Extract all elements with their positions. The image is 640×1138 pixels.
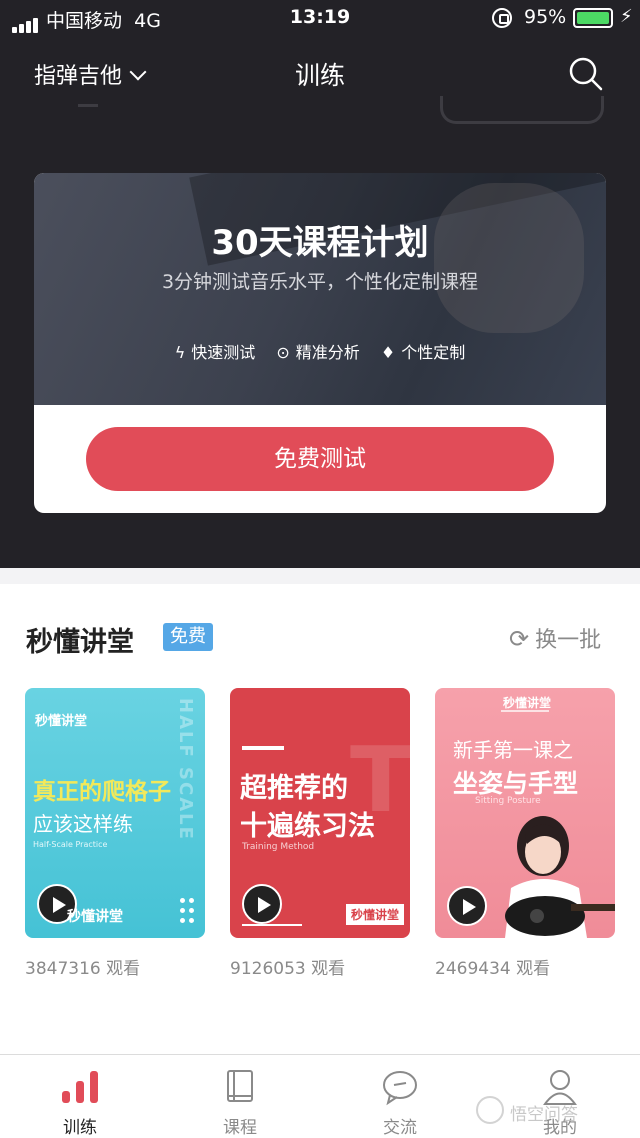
feature-quick-test: ϟ 快速测试 xyxy=(174,343,256,362)
video-title-line2: 十遍练习法 xyxy=(240,811,375,842)
banner-title: 30天课程计划 xyxy=(211,223,429,263)
video-title-line2: 坐姿与手型 xyxy=(453,769,579,798)
play-icon[interactable] xyxy=(447,886,487,926)
rotation-lock-icon xyxy=(492,8,512,28)
view-count: 2469434 观看 xyxy=(435,959,551,979)
guitarist-image xyxy=(505,816,615,938)
more-icon[interactable] xyxy=(180,898,196,924)
bottom-tab-bar: 训练 课程 交流 我的 xyxy=(0,1054,640,1138)
status-bar: 中国移动 4G 13:19 95% ⚡ xyxy=(0,0,640,36)
scrolled-content-edge xyxy=(78,104,98,107)
tab-courses[interactable]: 课程 xyxy=(160,1055,320,1138)
course-plan-banner: 30天课程计划 3分钟测试音乐水平，个性化定制课程 ϟ 快速测试 ⊙ 精准分析 ♦ 个… xyxy=(34,173,606,405)
tab-label: 课程 xyxy=(223,1118,257,1138)
search-icon[interactable] xyxy=(568,56,604,92)
tab-training[interactable]: 训练 xyxy=(0,1055,160,1138)
brand-label: 秒懂讲堂 xyxy=(503,696,552,710)
refresh-icon: ⟳ xyxy=(509,625,530,653)
tab-label: 训练 xyxy=(63,1118,97,1138)
decorative-dash xyxy=(242,746,284,750)
battery-icon xyxy=(573,8,613,28)
view-count: 9126053 观看 xyxy=(230,959,346,979)
tab-label: 交流 xyxy=(383,1118,417,1138)
top-dark-area: 中国移动 4G 13:19 95% ⚡ 指弹吉他 训练 30天课程计划 3分钟测… xyxy=(0,0,640,568)
bar-chart-icon xyxy=(62,1071,98,1103)
brand-underline xyxy=(501,710,549,712)
brand-label: 秒懂讲堂 xyxy=(35,714,88,729)
feature-precise-analysis: ⊙ 精准分析 xyxy=(276,343,360,362)
video-card[interactable]: T 超推荐的 十遍练习法 Training Method 秒懂讲堂 xyxy=(230,688,410,938)
video-title-line1: 超推荐的 xyxy=(240,773,348,804)
tab-profile[interactable]: 我的 xyxy=(480,1055,640,1138)
book-icon xyxy=(227,1070,253,1102)
video-title-line1: 新手第一课之 xyxy=(453,738,573,762)
scrolled-content-edge xyxy=(440,96,604,124)
charging-icon: ⚡ xyxy=(620,6,633,27)
play-icon[interactable] xyxy=(242,884,282,924)
brand-footer: 秒懂讲堂 xyxy=(67,909,123,925)
vertical-caption: HALF SCALE xyxy=(175,698,196,841)
chat-icon xyxy=(383,1071,417,1106)
decorative-line xyxy=(242,924,302,926)
free-test-button[interactable]: 免费测试 xyxy=(86,427,554,491)
section-title: 秒懂讲堂 xyxy=(26,627,134,658)
video-title-line1: 真正的爬格子 xyxy=(33,779,171,805)
video-title-line2: 应该这样练 xyxy=(33,812,133,836)
battery-percent: 95% xyxy=(524,6,567,28)
view-count: 3847316 观看 xyxy=(25,959,141,979)
brand-tag: 秒懂讲堂 xyxy=(346,904,405,925)
feature-custom: ♦ 个性定制 xyxy=(380,343,466,362)
free-badge: 免费 xyxy=(163,623,213,651)
diamond-icon: ♦ xyxy=(380,343,396,362)
section-divider xyxy=(0,568,640,584)
target-icon: ⊙ xyxy=(276,343,290,362)
lightning-icon: ϟ xyxy=(174,343,186,362)
video-card[interactable]: 秒懂讲堂 新手第一课之 坐姿与手型 Sitting Posture xyxy=(435,688,615,938)
refresh-label: 换一批 xyxy=(535,628,602,653)
video-subtitle: Half-Scale Practice xyxy=(33,840,108,849)
video-subtitle: Training Method xyxy=(242,842,315,852)
watermark-icon xyxy=(476,1096,504,1124)
feature-list: ϟ 快速测试 ⊙ 精准分析 ♦ 个性定制 xyxy=(34,339,606,363)
watermark: 悟空问答 xyxy=(510,1105,578,1125)
page-title: 训练 xyxy=(294,61,345,90)
banner-subtitle: 3分钟测试音乐水平，个性化定制课程 xyxy=(161,271,479,293)
video-card[interactable]: 秒懂讲堂 HALF SCALE 真正的爬格子 应该这样练 Half-Scale … xyxy=(25,688,205,938)
tab-community[interactable]: 交流 xyxy=(320,1055,480,1138)
refresh-button[interactable]: ⟳ 换一批 xyxy=(509,622,601,654)
nav-bar: 指弹吉他 训练 xyxy=(0,50,640,96)
course-plan-card: 30天课程计划 3分钟测试音乐水平，个性化定制课程 ϟ 快速测试 ⊙ 精准分析 ♦ 个… xyxy=(34,173,606,513)
